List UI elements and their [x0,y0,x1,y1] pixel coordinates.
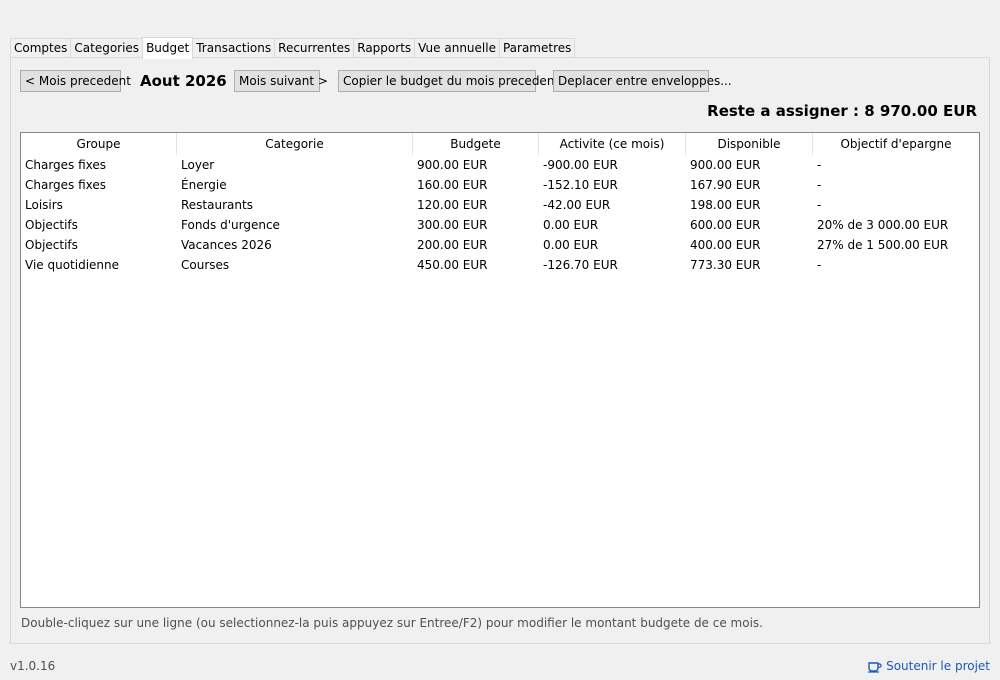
cell-objectif: - [817,178,822,192]
cell-groupe: Loisirs [25,198,63,212]
cell-categorie: Fonds d'urgence [181,218,280,232]
column-header-disponible[interactable]: Disponible [686,133,813,155]
next-month-button[interactable]: Mois suivant > [234,70,328,92]
cell-activite: 0.00 EUR [543,218,599,232]
table-header: Groupe Categorie Budgete Activite (ce mo… [21,133,979,155]
table-row[interactable]: Vie quotidienne Courses 450.00 EUR -126.… [21,255,979,275]
table-row[interactable]: Charges fixes Loyer 900.00 EUR -900.00 E… [21,155,979,175]
cell-groupe: Objectifs [25,218,78,232]
column-header-objectif[interactable]: Objectif d'epargne [813,133,979,155]
cell-activite: -42.00 EUR [543,198,611,212]
cell-budgete: 450.00 EUR [417,258,488,272]
remaining-to-assign: Reste a assigner : 8 970.00 EUR [707,102,977,120]
support-link[interactable]: Soutenir le projet [867,659,990,673]
cell-objectif: 20% de 3 000.00 EUR [817,218,949,232]
cell-budgete: 300.00 EUR [417,218,488,232]
table-row[interactable]: Objectifs Vacances 2026 200.00 EUR 0.00 … [21,235,979,255]
tab-categories[interactable]: Categories [70,38,144,58]
table-row[interactable]: Objectifs Fonds d'urgence 300.00 EUR 0.0… [21,215,979,235]
cell-objectif: - [817,198,822,212]
budget-table: Groupe Categorie Budgete Activite (ce mo… [20,132,980,608]
column-header-categorie[interactable]: Categorie [177,133,413,155]
column-header-activite[interactable]: Activite (ce mois) [539,133,686,155]
cell-groupe: Charges fixes [25,178,107,192]
cell-activite: -126.70 EUR [543,258,618,272]
column-header-groupe[interactable]: Groupe [21,133,177,155]
support-label: Soutenir le projet [886,659,990,673]
tab-rapports[interactable]: Rapports [353,38,416,58]
cell-budgete: 160.00 EUR [417,178,488,192]
cell-categorie: Loyer [181,158,215,172]
cell-activite: -900.00 EUR [543,158,618,172]
tab-recurrentes[interactable]: Recurrentes [274,38,355,58]
cell-disponible: 167.90 EUR [690,178,761,192]
move-envelopes-button[interactable]: Deplacer entre enveloppes... [553,70,732,92]
cell-activite: 0.00 EUR [543,238,599,252]
tab-bar: Comptes Categories Budget Transactions R… [10,37,576,59]
budget-panel: < Mois precedent Aout 2026 Mois suivant … [10,57,990,644]
tab-vue-annuelle[interactable]: Vue annuelle [414,38,500,58]
cell-budgete: 900.00 EUR [417,158,488,172]
cell-categorie: Courses [181,258,230,272]
cell-objectif: 27% de 1 500.00 EUR [817,238,949,252]
cell-groupe: Charges fixes [25,158,107,172]
cell-categorie: Énergie [181,178,227,192]
tab-comptes[interactable]: Comptes [10,38,72,58]
tab-transactions[interactable]: Transactions [192,38,276,58]
cell-disponible: 198.00 EUR [690,198,761,212]
table-row[interactable]: Loisirs Restaurants 120.00 EUR -42.00 EU… [21,195,979,215]
tab-parametres[interactable]: Parametres [498,38,576,58]
tab-budget[interactable]: Budget [142,37,194,59]
column-header-budgete[interactable]: Budgete [413,133,539,155]
cell-objectif: - [817,258,822,272]
cell-categorie: Restaurants [181,198,253,212]
cell-disponible: 600.00 EUR [690,218,761,232]
cell-activite: -152.10 EUR [543,178,618,192]
cell-categorie: Vacances 2026 [181,238,272,252]
cell-budgete: 200.00 EUR [417,238,488,252]
copy-budget-button[interactable]: Copier le budget du mois precedent [338,70,559,92]
cell-groupe: Vie quotidienne [25,258,120,272]
month-title: Aout 2026 [140,72,227,90]
cup-icon [867,660,882,673]
version-label: v1.0.16 [10,659,56,673]
edit-hint: Double-cliquez sur une ligne (ou selecti… [21,616,763,630]
cell-objectif: - [817,158,822,172]
cell-budgete: 120.00 EUR [417,198,488,212]
prev-month-button[interactable]: < Mois precedent [20,70,131,92]
cell-disponible: 773.30 EUR [690,258,761,272]
cell-disponible: 400.00 EUR [690,238,761,252]
cell-groupe: Objectifs [25,238,78,252]
cell-disponible: 900.00 EUR [690,158,761,172]
table-row[interactable]: Charges fixes Énergie 160.00 EUR -152.10… [21,175,979,195]
